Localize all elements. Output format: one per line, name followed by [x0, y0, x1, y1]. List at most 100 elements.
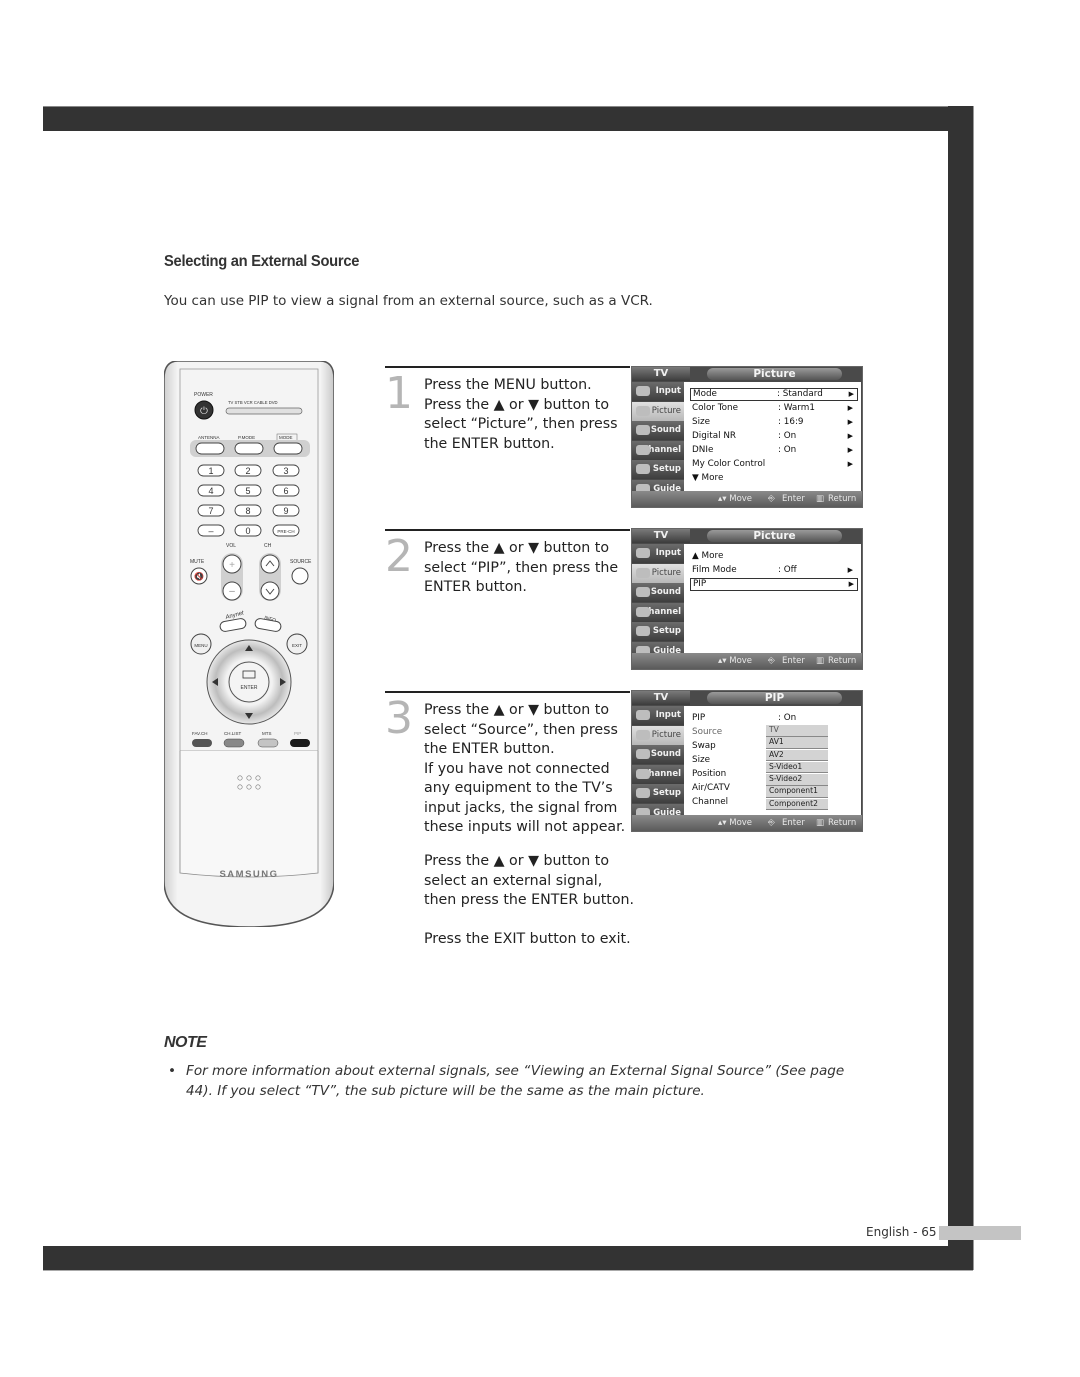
chlist-button [223, 738, 245, 748]
step-line: select “Source”, then press [424, 721, 618, 738]
svg-text:MTS: MTS [262, 731, 272, 736]
osd-sidebar-item-setup[interactable]: Setup [632, 784, 684, 803]
right-arrow-icon: ▶ [847, 566, 853, 574]
osd-item-label: Size [692, 417, 711, 427]
source-option[interactable]: S-Video1 [766, 761, 828, 774]
osd-item-label: Mode [693, 389, 717, 399]
osd-sidebar-item-input[interactable]: Input [632, 544, 684, 563]
osd-menu-item[interactable]: Color Tone: Warm1 ▶ [692, 402, 856, 415]
osd-return-hint: Return [828, 818, 857, 828]
enter-icon: ⎆ [768, 494, 775, 504]
mode-labels: TV STB VCR CABLE DVD [228, 400, 278, 405]
pip-button [290, 739, 310, 747]
step-line: ENTER button. [424, 579, 527, 595]
osd-sidebar-item-input[interactable]: Input [632, 706, 684, 725]
osd-footer: ▴▾ Move ⎆ Enter ▥ Return [632, 491, 862, 507]
osd-menu-item[interactable]: ▼ More [692, 472, 856, 485]
step-number: 2 [385, 531, 413, 582]
osd-menu-item[interactable]: PIP: On [692, 712, 856, 725]
step-instructions: Press the ▲ or ▼ button to select “PIP”,… [424, 539, 634, 598]
osd-menu-item[interactable]: ▲ More [692, 550, 856, 563]
svg-text:PIP: PIP [294, 731, 301, 736]
osd-sidebar-label: Input [655, 548, 681, 558]
ch-down-button [260, 581, 280, 601]
osd-item-label: Film Mode [692, 565, 737, 575]
osd-enter-hint: Enter [782, 494, 805, 504]
step-3-exit: Press the EXIT button to exit. [424, 930, 644, 950]
step-divider [385, 529, 630, 531]
page-tab-marker [939, 1226, 1021, 1240]
osd-menu-item[interactable]: DNIe: On ▶ [692, 444, 856, 457]
svg-text:3: 3 [283, 466, 288, 476]
osd-menu-item[interactable]: My Color Control ▶ [692, 458, 856, 471]
step-line: Press the EXIT button to exit. [424, 931, 631, 947]
page-frame-right-bar [948, 106, 974, 1270]
enter-icon: ⎆ [768, 656, 775, 666]
svg-text:CH: CH [264, 543, 272, 549]
osd-item-value: : Standard [777, 389, 823, 399]
osd-tv-label: TV [632, 367, 690, 381]
setup-icon [636, 464, 650, 474]
svg-text:7: 7 [208, 506, 213, 516]
osd-sidebar-item-input[interactable]: Input [632, 382, 684, 401]
right-arrow-icon: ▶ [847, 432, 853, 440]
source-option[interactable]: Component2 [766, 798, 828, 811]
right-arrow-icon: ▶ [847, 418, 853, 426]
osd-item-label: DNIe [692, 445, 714, 455]
svg-text:VOL: VOL [226, 543, 236, 549]
osd-sidebar-item-picture[interactable]: Picture [632, 563, 684, 583]
osd-sidebar-item-setup[interactable]: Setup [632, 460, 684, 479]
osd-sidebar-item-sound[interactable]: Sound [632, 421, 684, 440]
source-option[interactable]: AV2 [766, 749, 828, 762]
source-option[interactable]: TV [766, 725, 828, 737]
osd-sidebar-label: Input [655, 386, 681, 396]
right-arrow-icon: ▶ [848, 580, 854, 588]
osd-menu-item[interactable]: PIP ▶ [690, 578, 858, 591]
osd-menu-title: PIP [707, 692, 842, 704]
svg-text:ENTER: ENTER [241, 685, 258, 691]
osd-item-label: ▼ More [692, 473, 724, 483]
osd-item-label: My Color Control [692, 459, 766, 469]
osd-menu-body: ▲ More Film Mode: Off ▶ PIP ▶ [684, 544, 861, 653]
svg-text:+: + [229, 560, 235, 571]
osd-item-value: : Warm1 [778, 403, 815, 413]
return-icon: ▥ [816, 494, 825, 504]
osd-item-value: : On [778, 445, 797, 455]
osd-sidebar-item-channel[interactable]: Channel [632, 440, 684, 460]
page-frame-bottom-bar [43, 1246, 973, 1271]
osd-sidebar-item-channel[interactable]: Channel [632, 764, 684, 784]
picture-icon [636, 405, 650, 416]
osd-menu-item[interactable]: Digital NR: On ▶ [692, 430, 856, 443]
step-line: Press the MENU button. [424, 377, 592, 393]
osd-sidebar-item-sound[interactable]: Sound [632, 583, 684, 602]
osd-sidebar-item-setup[interactable]: Setup [632, 622, 684, 641]
svg-text:2: 2 [245, 466, 250, 476]
osd-sidebar-item-sound[interactable]: Sound [632, 745, 684, 764]
svg-text:MUTE: MUTE [190, 559, 205, 565]
osd-menu-item[interactable]: Film Mode: Off ▶ [692, 564, 856, 577]
step-instructions: Press the ▲ or ▼ button to select “Sourc… [424, 701, 634, 838]
svg-text:9: 9 [283, 506, 288, 516]
osd-move-hint: ▴▾ Move [718, 656, 753, 666]
osd-sidebar-item-channel[interactable]: Channel [632, 602, 684, 622]
svg-text:5: 5 [245, 486, 250, 496]
osd-sidebar-item-picture[interactable]: Picture [632, 401, 684, 421]
osd-tv-label: TV [632, 529, 690, 543]
source-option[interactable]: Component1 [766, 786, 828, 798]
remote-control-illustration: POWER ⏻ TV STB VCR CABLE DVD ANTENNA P.M… [163, 360, 335, 928]
step-line: Press the ▲ or ▼ button to [424, 396, 610, 413]
source-option[interactable]: S-Video2 [766, 774, 828, 786]
svg-text:CH.LIST: CH.LIST [224, 731, 242, 736]
return-icon: ▥ [816, 818, 825, 828]
osd-menu-body: PIP: On Source Swap Size Position Air/CATV Cha… [684, 706, 861, 815]
osd-menu-item[interactable]: Size: 16:9 ▶ [692, 416, 856, 429]
osd-enter-hint: Enter [782, 818, 805, 828]
osd-menu-item[interactable]: Mode: Standard ▶ [690, 388, 858, 401]
svg-text:–: – [229, 586, 235, 597]
page-number: English - 65 [866, 1225, 937, 1239]
osd-sidebar-item-picture[interactable]: Picture [632, 725, 684, 745]
source-option[interactable]: AV1 [766, 737, 828, 749]
osd-item-label: Channel [692, 797, 729, 807]
osd-move-hint: ▴▾ Move [718, 818, 753, 828]
osd-item-label: Digital NR [692, 431, 737, 441]
